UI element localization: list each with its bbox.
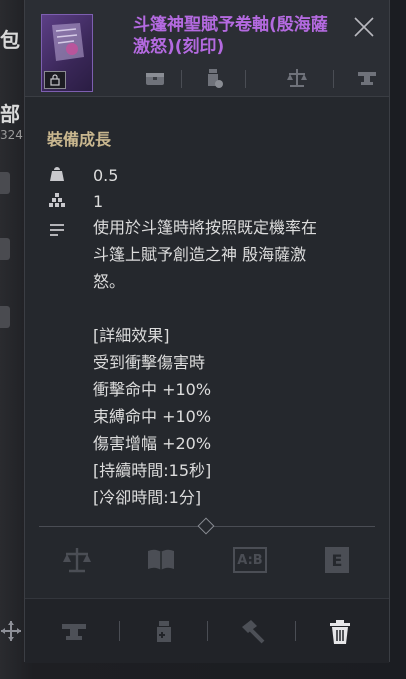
potion-icon[interactable]: [149, 617, 179, 647]
item-icon: [41, 14, 93, 92]
description-line: [冷卻時間:1分]: [93, 488, 202, 507]
description-icon: [50, 224, 64, 236]
scale-icon: [287, 69, 307, 87]
stack-icon: [49, 193, 65, 207]
weight-value: 0.5: [93, 166, 119, 185]
bag-count: 324: [0, 128, 23, 142]
backdrop-shape: [0, 306, 10, 328]
weight-icon: [50, 167, 64, 181]
stack-row: 1: [47, 188, 103, 215]
description-line: 衝擊命中 +10%: [93, 380, 212, 399]
footer-separator: [119, 621, 120, 641]
chest-icon: [146, 73, 164, 85]
close-icon[interactable]: [351, 14, 377, 40]
stack-value: 1: [93, 192, 104, 211]
item-description: 使用於斗篷時將按照既定機率在 斗篷上賦予創造之神 殷海薩激 怒。 [詳細效果] …: [93, 214, 373, 511]
trash-icon[interactable]: [325, 617, 355, 647]
footer-separator: [207, 621, 208, 641]
lock-icon: [44, 71, 66, 89]
description-line: 使用於斗篷時將按照既定機率在: [93, 218, 318, 237]
section-label: 部: [0, 102, 20, 126]
balance-icon[interactable]: [61, 544, 93, 576]
description-line: [持續時間:15秒]: [93, 461, 212, 480]
backdrop-shape: [0, 172, 10, 194]
book-icon[interactable]: [145, 544, 177, 576]
tooltip-header: 斗篷神聖賦予卷軸(殷海薩激怒)(刻印): [25, 0, 389, 97]
item-tooltip: 斗篷神聖賦予卷軸(殷海薩激怒)(刻印) 裝備成長 0.5 1 使用於斗篷時將按照…: [24, 0, 390, 663]
potion-icon: [208, 69, 223, 88]
divider-ornament: [197, 517, 215, 535]
move-icon[interactable]: [0, 620, 22, 642]
anvil-icon: [358, 72, 376, 85]
icon-separator: [245, 70, 246, 88]
bag-label: 包: [0, 28, 20, 52]
description-line: 怒。: [93, 272, 126, 291]
hammer-icon[interactable]: [237, 617, 267, 647]
icon-separator: [333, 70, 334, 88]
icon-separator: [181, 70, 182, 88]
item-action-row: A:B E: [25, 544, 389, 584]
footer-separator: [295, 621, 296, 641]
description-line: 束縛命中 +10%: [93, 407, 212, 426]
weight-row: 0.5: [47, 162, 118, 189]
item-property-icons: [133, 66, 383, 94]
description-line: [93, 295, 373, 322]
section-title: 裝備成長: [47, 130, 112, 149]
compare-button[interactable]: A:B: [233, 547, 267, 573]
backdrop-shape: [0, 238, 10, 260]
description-line: 受到衝擊傷害時: [93, 353, 206, 372]
scroll-icon: [52, 23, 84, 61]
description-line: 傷害增幅 +20%: [93, 434, 212, 453]
description-line: 斗篷上賦予創造之神 殷海薩激: [93, 245, 307, 264]
description-line: [詳細效果]: [93, 326, 170, 345]
item-name: 斗篷神聖賦予卷軸(殷海薩激怒)(刻印): [133, 15, 328, 57]
anvil-icon[interactable]: [59, 617, 89, 647]
equip-button[interactable]: E: [325, 547, 349, 573]
tooltip-footer: [25, 598, 389, 663]
